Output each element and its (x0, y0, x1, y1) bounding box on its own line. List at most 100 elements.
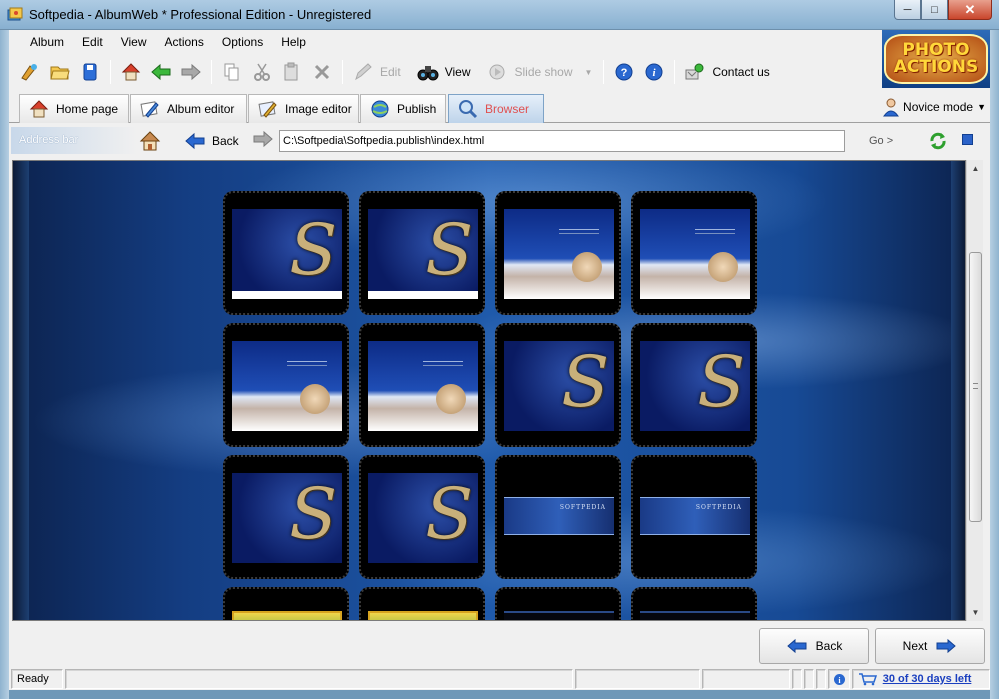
window-title: Softpedia - AlbumWeb * Professional Edit… (29, 7, 372, 22)
tab-image-editor[interactable]: Image editor (248, 94, 359, 123)
address-back-button[interactable]: Back (184, 129, 239, 153)
gallery-thumbnail[interactable] (495, 191, 621, 315)
edit-button-label[interactable]: Edit (380, 65, 401, 79)
publish-icon (369, 98, 391, 120)
svg-text:?: ? (621, 67, 628, 79)
vertical-scrollbar[interactable]: ▲ ▼ (966, 160, 983, 621)
menu-album[interactable]: Album (21, 30, 73, 54)
open-folder-icon[interactable] (49, 61, 71, 83)
chevron-down-icon: ▼ (977, 102, 986, 112)
gallery-thumbnail[interactable] (223, 191, 349, 315)
tab-label: Browser (485, 102, 530, 116)
minimize-button[interactable]: ─ (894, 0, 921, 20)
info-icon[interactable]: i (827, 669, 850, 689)
contact-icon[interactable] (684, 61, 706, 83)
slideshow-button-label[interactable]: Slide show (514, 65, 572, 79)
gallery-thumbnail[interactable] (631, 455, 757, 579)
trial-status[interactable]: 30 of 30 days left (851, 669, 990, 689)
albumweb-app-icon (7, 7, 23, 21)
tab-album-editor[interactable]: Album editor (130, 94, 247, 123)
novice-mode-dropdown[interactable]: Novice mode ▼ (882, 96, 986, 118)
scroll-down-arrow[interactable]: ▼ (967, 604, 984, 621)
status-panel (803, 669, 814, 689)
wizard-icon[interactable] (19, 61, 41, 83)
help-icon[interactable]: ? (613, 61, 635, 83)
gallery-thumbnail[interactable] (223, 323, 349, 447)
toolbar-separator (674, 60, 676, 84)
address-input[interactable]: C:\Softpedia\Softpedia.publish\index.htm… (279, 130, 845, 152)
photo-actions-logo[interactable]: PHOTO ACTIONS (882, 30, 990, 88)
next-button-label: Next (902, 639, 928, 653)
logo-line-2: ACTIONS (893, 57, 979, 77)
status-bar: Ready i 30 of 30 days left (9, 668, 990, 690)
gallery-thumbnail[interactable] (223, 455, 349, 579)
status-panel (64, 669, 574, 689)
gallery-thumbnail[interactable] (495, 323, 621, 447)
gallery-thumbnail[interactable] (359, 191, 485, 315)
status-panel (575, 669, 701, 689)
tab-label: Album editor (167, 102, 235, 116)
slideshow-icon[interactable] (486, 61, 508, 83)
tab-home-page[interactable]: Home page (19, 94, 129, 123)
address-back-label: Back (212, 134, 239, 148)
edit-icon[interactable] (352, 61, 374, 83)
close-button[interactable]: ✕ (948, 0, 992, 20)
view-button-label[interactable]: View (445, 65, 471, 79)
trial-days-link[interactable]: 30 of 30 days left (883, 670, 972, 688)
gallery-thumbnail[interactable] (495, 587, 621, 620)
stop-icon[interactable] (962, 134, 973, 145)
menu-actions[interactable]: Actions (156, 30, 213, 54)
window-frame-right (990, 30, 999, 699)
address-bar-label: Address bar (11, 127, 137, 154)
save-icon[interactable] (79, 61, 101, 83)
gallery-thumbnail[interactable] (359, 587, 485, 620)
scrollbar-thumb[interactable] (969, 252, 982, 522)
forward-arrow-icon[interactable] (180, 61, 202, 83)
tab-label: Image editor (285, 102, 352, 116)
menu-bar: Album Edit View Actions Options Help (9, 30, 879, 54)
copy-icon[interactable] (221, 61, 243, 83)
gallery-thumbnail[interactable] (223, 587, 349, 620)
next-button[interactable]: Next (875, 628, 985, 664)
go-button[interactable]: Go > (869, 130, 893, 152)
tab-publish[interactable]: Publish (360, 94, 446, 123)
tab-bar: Home page Album editor Image editor Publ… (9, 91, 990, 123)
paste-icon[interactable] (281, 61, 303, 83)
back-arrow-icon[interactable] (150, 61, 172, 83)
binoculars-icon[interactable] (417, 61, 439, 83)
home-icon[interactable] (139, 130, 161, 152)
toolbar: Edit View Slide show ▼ ? i Contact us (9, 56, 879, 88)
gallery-thumbnail[interactable] (631, 191, 757, 315)
next-arrow-icon (936, 638, 957, 654)
slideshow-dropdown-arrow[interactable]: ▼ (585, 68, 593, 77)
toolbar-separator (342, 60, 343, 84)
tab-browser[interactable]: Browser (448, 94, 544, 123)
menu-options[interactable]: Options (213, 30, 272, 54)
page-border-left (13, 161, 29, 620)
gallery-thumbnail[interactable] (359, 455, 485, 579)
browser-view[interactable] (12, 160, 966, 621)
menu-view[interactable]: View (112, 30, 156, 54)
back-arrow-icon (786, 638, 807, 654)
info-icon[interactable]: i (643, 61, 665, 83)
back-button[interactable]: Back (759, 628, 869, 664)
scroll-up-arrow[interactable]: ▲ (967, 160, 984, 177)
menu-edit[interactable]: Edit (73, 30, 112, 54)
gallery-thumbnail[interactable] (631, 587, 757, 620)
cut-icon[interactable] (251, 61, 273, 83)
refresh-icon[interactable] (927, 130, 949, 152)
gallery-thumbnail[interactable] (495, 455, 621, 579)
gallery-thumbnail[interactable] (359, 323, 485, 447)
image-editor-icon (257, 98, 279, 120)
status-panel (815, 669, 826, 689)
gallery-thumbnail[interactable] (631, 323, 757, 447)
contact-us-button[interactable]: Contact us (712, 65, 769, 79)
tab-label: Home page (56, 102, 119, 116)
home-icon[interactable] (120, 61, 142, 83)
maximize-button[interactable]: □ (921, 0, 948, 20)
menu-help[interactable]: Help (272, 30, 315, 54)
address-bar: Address bar Back C:\Softpedia\Softpedia.… (9, 124, 990, 158)
shopping-cart-icon (858, 673, 877, 686)
delete-icon[interactable] (311, 61, 333, 83)
forward-arrow-icon[interactable] (252, 130, 274, 152)
